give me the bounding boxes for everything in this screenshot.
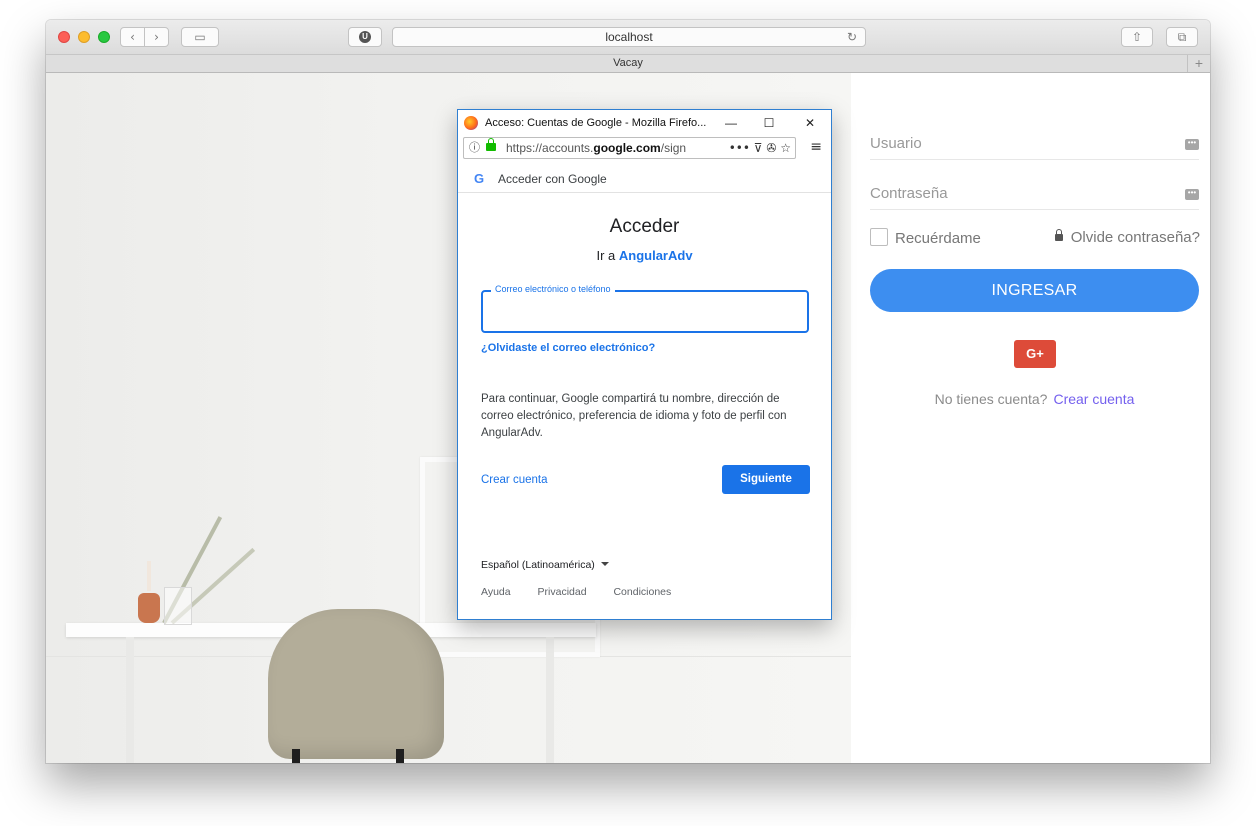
desk-leg [126, 637, 134, 763]
signin-title: Acceder [609, 216, 680, 237]
username-field[interactable]: ••• [870, 129, 1199, 160]
extension-button[interactable]: U [348, 27, 382, 47]
login-button[interactable]: INGRESAR [870, 269, 1199, 312]
popup-address-bar[interactable]: ⓘ https://accounts.google.com/sign ••• ⊽… [463, 137, 796, 159]
maximize-icon[interactable]: ☐ [762, 110, 776, 136]
ublock-icon: U [359, 31, 371, 43]
tab-vacay[interactable]: Vacay [613, 57, 643, 69]
minimize-window-button[interactable] [78, 31, 90, 43]
desk-leg [546, 637, 554, 763]
signin-subtitle: Ir a AngularAdv [596, 248, 693, 263]
no-account-text: No tienes cuenta? [934, 391, 1048, 407]
chair-leg [292, 749, 300, 763]
create-account-link[interactable]: Crear cuenta [481, 474, 547, 486]
glass-vase [164, 587, 192, 625]
info-icon[interactable]: ⓘ [469, 138, 480, 158]
google-signin-popup: Acceso: Cuentas de Google - Mozilla Fire… [457, 109, 832, 620]
chair-leg [396, 749, 404, 763]
firefox-icon [464, 116, 478, 130]
tab-bar: Vacay + [46, 55, 1210, 73]
close-window-button[interactable] [58, 31, 70, 43]
forgot-email-link[interactable]: ¿Olvidaste el correo electrónico? [481, 342, 655, 354]
google-header-text: Acceder con Google [498, 172, 607, 186]
help-link[interactable]: Ayuda [481, 586, 511, 598]
sidebar-toggle-button[interactable]: ▭ [181, 27, 219, 47]
new-tab-button[interactable]: + [1187, 55, 1210, 72]
login-panel: ••• ••• Recuérdame Olvide contraseña? IN… [851, 73, 1210, 763]
candle [147, 561, 151, 591]
signup-prompt: No tienes cuenta? Crear cuenta [870, 391, 1199, 407]
candle-holder [138, 593, 160, 623]
password-field[interactable]: ••• [870, 179, 1199, 210]
forgot-password-link[interactable]: Olvide contraseña? [1054, 228, 1200, 248]
page-actions[interactable]: ••• ⊽ ✇ ☆ [729, 138, 791, 158]
minimize-icon[interactable]: — [724, 110, 738, 136]
app-name-link[interactable]: AngularAdv [619, 248, 693, 263]
chair [268, 609, 444, 759]
email-field[interactable]: Correo electrónico o teléfono [481, 284, 809, 333]
footer-links: Ayuda Privacidad Condiciones [481, 586, 695, 598]
remember-label: Recuérdame [895, 230, 981, 247]
popup-title: Acceso: Cuentas de Google - Mozilla Fire… [485, 117, 707, 129]
maximize-window-button[interactable] [98, 31, 110, 43]
dropdown-caret-icon [600, 562, 609, 566]
terms-link[interactable]: Condiciones [613, 586, 671, 598]
address-bar[interactable]: localhost ↻ [392, 27, 866, 47]
padlock-icon [486, 138, 496, 151]
email-label: Correo electrónico o teléfono [491, 284, 615, 294]
google-plus-button[interactable]: G+ [1014, 340, 1056, 368]
username-input[interactable] [870, 135, 1170, 152]
privacy-link[interactable]: Privacidad [538, 586, 587, 598]
password-input[interactable] [870, 185, 1170, 202]
consent-text: Para continuar, Google compartirá tu nom… [481, 393, 787, 439]
show-tabs-button[interactable]: ⧉ [1166, 27, 1198, 47]
google-header: G Acceder con Google [458, 166, 831, 193]
share-button[interactable]: ⇧ [1121, 27, 1153, 47]
create-account-link[interactable]: Crear cuenta [1053, 391, 1134, 407]
remember-me[interactable]: Recuérdame [870, 228, 981, 248]
tabs-icon: ⧉ [1177, 30, 1187, 44]
back-button[interactable]: ‹ [120, 27, 145, 47]
forward-button[interactable]: › [144, 27, 169, 47]
language-selector[interactable]: Español (Latinoamérica) [481, 559, 609, 571]
close-icon[interactable]: ✕ [803, 110, 817, 136]
password-manager-icon[interactable]: ••• [1185, 139, 1199, 150]
browser-toolbar: ‹ › ▭ U localhost ↻ ⇧ ⧉ [46, 20, 1210, 55]
address-text: localhost [605, 30, 653, 44]
password-manager-icon[interactable]: ••• [1185, 189, 1199, 200]
lock-icon [1054, 229, 1063, 241]
hamburger-menu-icon[interactable]: ≡ [810, 139, 822, 155]
google-logo-icon: G [474, 171, 485, 186]
next-button[interactable]: Siguiente [722, 465, 810, 494]
share-icon: ⇧ [1131, 30, 1143, 44]
popup-url: https://accounts.google.com/sign [506, 141, 687, 155]
sidebar-icon: ▭ [194, 30, 206, 44]
reload-icon[interactable]: ↻ [847, 28, 857, 46]
remember-checkbox[interactable] [870, 228, 888, 246]
popup-titlebar: Acceso: Cuentas de Google - Mozilla Fire… [458, 110, 831, 136]
forgot-password-label: Olvide contraseña? [1070, 229, 1200, 246]
